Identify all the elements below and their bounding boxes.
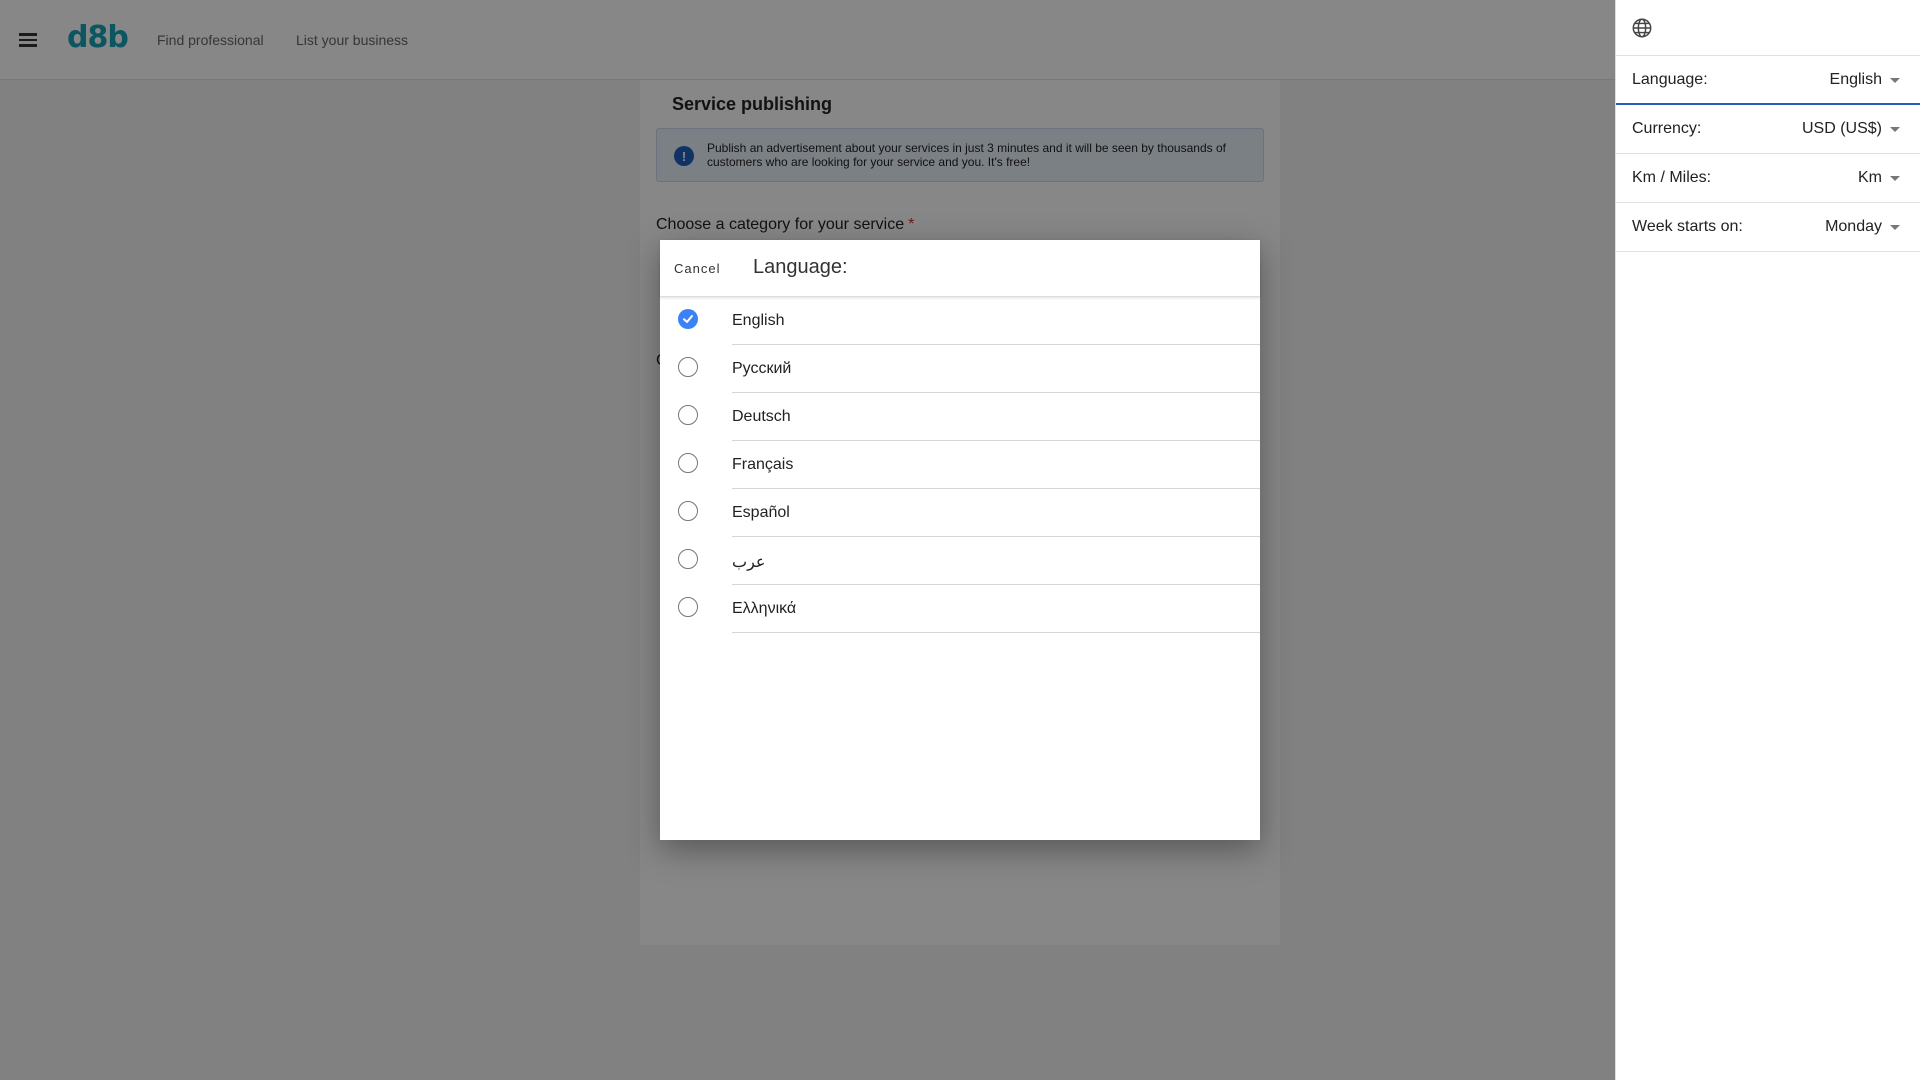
option-label: Français bbox=[732, 456, 794, 473]
setting-label: Week starts on: bbox=[1632, 218, 1743, 235]
language-dialog: Cancel Language: English Русский Deutsch… bbox=[660, 240, 1260, 840]
setting-value: English bbox=[1829, 71, 1882, 88]
language-option-german[interactable]: Deutsch bbox=[660, 393, 1260, 441]
radio-unchecked-icon[interactable] bbox=[678, 405, 698, 425]
divider bbox=[732, 632, 1260, 633]
setting-language[interactable]: Language: English bbox=[1616, 56, 1920, 105]
settings-panel: Language: English Currency: USD (US$) Km… bbox=[1615, 0, 1920, 1080]
option-label: Русский bbox=[732, 360, 792, 377]
radio-checked-icon[interactable] bbox=[678, 309, 698, 329]
radio-unchecked-icon[interactable] bbox=[678, 501, 698, 521]
setting-currency[interactable]: Currency: USD (US$) bbox=[1616, 105, 1920, 154]
settings-panel-header bbox=[1616, 0, 1920, 56]
chevron-down-icon bbox=[1890, 176, 1900, 181]
language-option-greek[interactable]: Ελληνικά bbox=[660, 585, 1260, 633]
language-option-spanish[interactable]: Español bbox=[660, 489, 1260, 537]
setting-value: USD (US$) bbox=[1801, 120, 1882, 137]
radio-unchecked-icon[interactable] bbox=[678, 549, 698, 569]
radio-unchecked-icon[interactable] bbox=[678, 453, 698, 473]
radio-unchecked-icon[interactable] bbox=[678, 357, 698, 377]
chevron-down-icon bbox=[1890, 127, 1900, 132]
setting-label: Km / Miles: bbox=[1632, 169, 1712, 186]
dialog-header: Cancel Language: bbox=[660, 240, 1260, 297]
setting-week-start[interactable]: Week starts on: Monday bbox=[1616, 203, 1920, 252]
globe-icon[interactable] bbox=[1631, 17, 1653, 39]
option-label: English bbox=[732, 312, 785, 329]
option-label: Ελληνικά bbox=[732, 600, 797, 617]
setting-label: Language: bbox=[1632, 71, 1708, 88]
setting-value: Monday bbox=[1825, 218, 1882, 235]
language-option-english[interactable]: English bbox=[660, 297, 1260, 345]
dialog-title: Language: bbox=[753, 256, 848, 278]
language-option-russian[interactable]: Русский bbox=[660, 345, 1260, 393]
option-label: عرب bbox=[732, 554, 766, 571]
setting-distance-unit[interactable]: Km / Miles: Km bbox=[1616, 154, 1920, 203]
setting-value: Km bbox=[1858, 169, 1882, 186]
setting-label: Currency: bbox=[1632, 120, 1702, 137]
option-label: Deutsch bbox=[732, 408, 791, 425]
option-label: Español bbox=[732, 504, 790, 521]
language-option-french[interactable]: Français bbox=[660, 441, 1260, 489]
chevron-down-icon bbox=[1890, 225, 1900, 230]
cancel-button[interactable]: Cancel bbox=[674, 261, 720, 276]
language-options: English Русский Deutsch Français Español… bbox=[660, 297, 1260, 633]
chevron-down-icon bbox=[1890, 78, 1900, 83]
language-option-arabic[interactable]: عرب bbox=[660, 537, 1260, 585]
radio-unchecked-icon[interactable] bbox=[678, 597, 698, 617]
